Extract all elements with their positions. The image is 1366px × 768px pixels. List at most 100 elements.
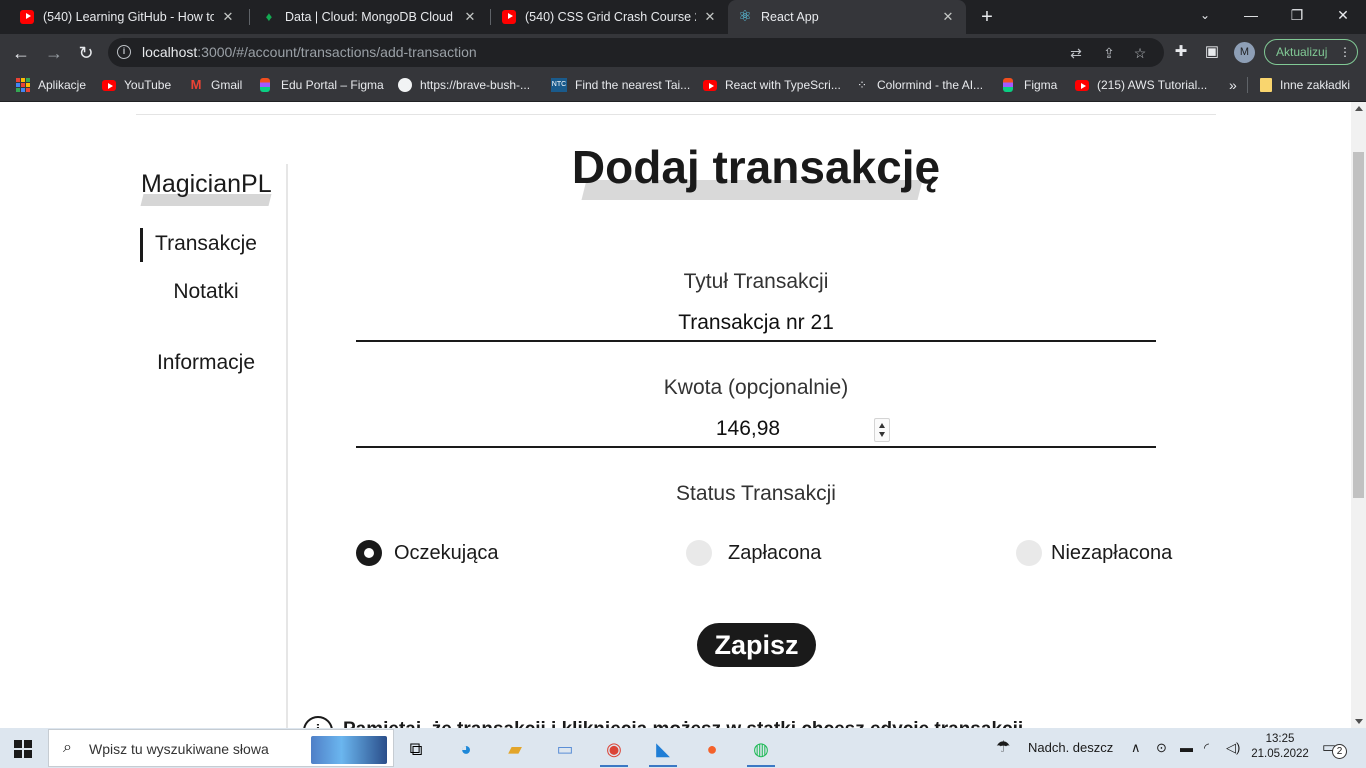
task-view-icon[interactable]: ⧉ [396,732,436,766]
figma-icon [260,78,270,92]
weather-text[interactable]: Nadch. deszcz [1028,728,1113,768]
site-info-icon[interactable]: i [117,45,131,59]
postman-icon[interactable]: ● [692,732,732,766]
bookmark-label: (215) AWS Tutorial... [1097,78,1208,92]
amount-field-label: Kwota (opcjonalnie) [663,376,849,399]
stepper-up-icon[interactable] [879,423,885,428]
browser-tab[interactable]: ♦ Data | Cloud: MongoDB Cloud ✕ [252,0,488,34]
folder-icon [1260,78,1272,92]
side-panel-icon[interactable]: ▣ [1202,42,1222,62]
amount-field[interactable] [356,412,1156,448]
more-bookmarks-button[interactable]: » [1229,71,1237,99]
bookmark-item[interactable]: M Gmail [189,71,243,99]
url-text[interactable]: localhost:3000/#/account/transactions/ad… [142,44,477,60]
close-tab-icon[interactable]: ✕ [702,9,718,25]
bookmark-label: React with TypeScri... [725,78,841,92]
page-scrollbar[interactable] [1351,102,1366,728]
browser-tab[interactable]: (540) Learning GitHub - How to U ✕ [10,0,246,34]
status-label-oczekujaca[interactable]: Oczekująca [394,542,499,565]
devices-icon[interactable]: ▭ [545,732,585,766]
status-field-label: Status Transakcji [676,482,836,505]
close-tab-icon[interactable]: ✕ [220,9,236,25]
tab-separator [249,9,250,25]
translate-icon[interactable]: ⇄ [1066,43,1086,63]
vscode-icon[interactable]: ◣ [643,732,683,767]
other-bookmarks-folder[interactable]: Inne zakładki [1260,71,1350,99]
wifi-icon[interactable]: ◜ [1204,728,1209,768]
sidebar-item-notatki[interactable]: Notatki [136,280,276,304]
youtube-icon [1075,80,1089,91]
status-label-niezaplacona[interactable]: Niezapłacona [1051,542,1172,565]
browser-tab[interactable]: (540) CSS Grid Crash Course 2022 ✕ [492,0,728,34]
figma-icon [1003,78,1013,92]
search-highlight-image [311,736,387,764]
meet-now-icon[interactable]: ⊙ [1156,728,1167,768]
stepper-down-icon[interactable] [879,432,885,437]
scroll-down-arrow-icon[interactable] [1355,719,1363,724]
edge-icon[interactable]: ◕ [446,732,486,766]
colormind-icon: ⁘ [856,78,868,92]
title-field[interactable] [356,306,1156,342]
bookmark-item[interactable]: https://brave-bush-... [398,71,530,99]
bookmark-item[interactable]: (215) AWS Tutorial... [1075,71,1207,99]
bookmark-item[interactable]: ⁘ Colormind - the AI... [855,71,983,99]
bookmark-item[interactable]: Figma [1003,71,1057,99]
bookmark-item[interactable]: React with TypeScri... [703,71,841,99]
bookmark-item[interactable]: Edu Portal – Figma [260,71,384,99]
taskbar-search[interactable]: ⌕ Wpisz tu wyszukiwane słowa [48,729,394,767]
bookmark-item[interactable]: Aplikacje [16,71,86,99]
bookmark-label: Colormind - the AI... [877,78,984,92]
info-text: Pamiętaj, że transakcji i kliknięcia moż… [343,719,1023,728]
apps-grid-icon [16,78,30,92]
sidebar-item-informacje[interactable]: Informacje [136,351,276,375]
battery-icon[interactable]: ▬ [1180,728,1193,768]
amount-stepper[interactable] [874,418,890,442]
restore-button[interactable]: ❐ [1274,0,1320,30]
bookmark-item[interactable]: YouTube [102,71,171,99]
bookmark-label: Edu Portal – Figma [281,78,384,92]
forward-arrow-icon[interactable]: → [41,40,67,66]
status-radio-niezaplacona[interactable] [1016,540,1042,566]
address-bar[interactable]: i localhost:3000/#/account/transactions/… [108,38,1164,67]
search-icon: ⌕ [63,739,72,756]
youtube-icon [102,80,116,91]
tab-search-chevron-icon[interactable]: ⌄ [1182,0,1228,30]
file-explorer-icon[interactable]: ▰ [495,732,535,766]
status-label-zaplacona[interactable]: Zapłacona [728,542,821,565]
tab-title: Data | Cloud: MongoDB Cloud [285,10,453,24]
header-divider [136,114,1216,115]
notifications-icon[interactable]: ▭ 2 [1322,738,1347,759]
close-window-button[interactable]: ✕ [1320,0,1366,30]
browser-tab-active[interactable]: ⚛ React App ✕ [728,0,966,34]
youtube-icon [502,10,516,24]
share-icon[interactable]: ⇪ [1099,43,1119,63]
bookmark-label: Figma [1024,78,1058,92]
back-arrow-icon[interactable]: ← [8,40,34,66]
profile-avatar[interactable]: M [1234,42,1255,63]
close-tab-icon[interactable]: ✕ [940,9,956,25]
extensions-puzzle-icon[interactable]: ✚ [1171,42,1191,62]
close-tab-icon[interactable]: ✕ [462,9,478,25]
save-button[interactable]: Zapisz [697,623,816,667]
system-clock[interactable]: 13:25 21.05.2022 [1250,732,1310,762]
scroll-up-arrow-icon[interactable] [1355,106,1363,111]
windows-start-icon[interactable] [14,740,32,758]
chrome-icon[interactable]: ◉ [594,732,634,767]
update-button[interactable]: Aktualizuj ⋮ [1264,39,1358,65]
search-placeholder: Wpisz tu wyszukiwane słowa [89,741,269,757]
new-tab-button[interactable]: + [976,6,998,28]
spotify-icon[interactable]: ◍ [741,732,781,767]
status-radio-oczekujaca[interactable] [356,540,382,566]
volume-icon[interactable]: ◁) [1226,728,1240,768]
sidebar-item-transakcje[interactable]: Transakcje [136,232,276,256]
bookmark-star-icon[interactable]: ☆ [1130,43,1150,63]
tray-chevron-icon[interactable]: ∧ [1131,728,1141,768]
bookmark-item[interactable]: NTC Find the nearest Tai... [551,71,690,99]
status-radio-zaplacona[interactable] [686,540,712,566]
reload-icon[interactable]: ↻ [73,40,99,66]
menu-dots-icon[interactable]: ⋮ [1339,40,1351,64]
weather-icon[interactable]: ☂ [996,728,1010,768]
brand-logo[interactable]: MagicianPL [141,170,272,199]
minimize-button[interactable]: — [1228,0,1274,30]
scrollbar-thumb[interactable] [1353,152,1364,498]
